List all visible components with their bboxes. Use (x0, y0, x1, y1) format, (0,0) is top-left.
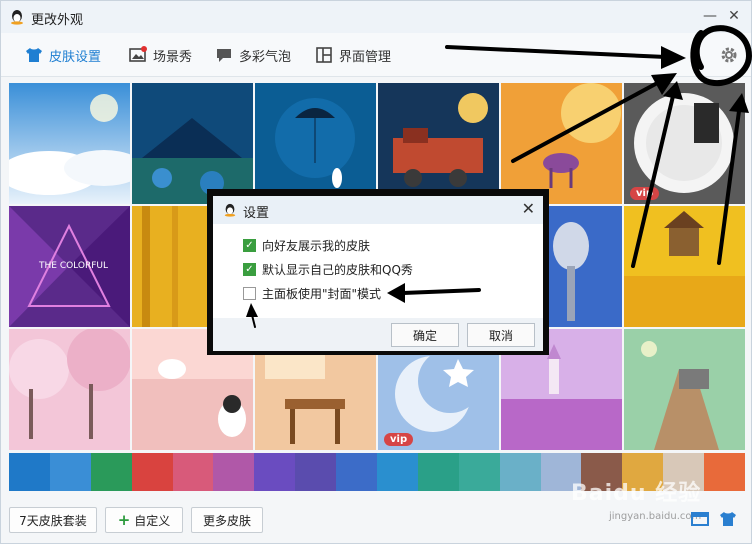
dialog-title: 设置 (243, 206, 270, 221)
more-skins-button[interactable]: 更多皮肤 (191, 507, 263, 533)
color-swatch[interactable] (131, 453, 173, 491)
skin-tile-cherry-blossom[interactable] (9, 329, 130, 450)
skin-tile-colorful[interactable]: THE COLORFUL (9, 206, 130, 327)
skin-tile-deer[interactable] (501, 83, 622, 204)
color-swatch[interactable] (458, 453, 500, 491)
tab-label: 界面管理 (339, 49, 392, 65)
colorful-text: THE COLORFUL (39, 261, 108, 271)
color-swatch[interactable] (9, 453, 50, 491)
vip-badge: vip (384, 433, 414, 446)
skin-tile-blue-mountain[interactable] (132, 83, 253, 204)
window-icon[interactable] (691, 511, 709, 527)
option-show-own-skin[interactable]: ✓ 默认显示自己的皮肤和QQ秀 (243, 260, 413, 278)
tab-label: 多彩气泡 (239, 49, 292, 65)
option-cover-mode[interactable]: 主面板使用"封面"模式 (243, 284, 381, 302)
custom-skin-button[interactable]: + 自定义 (105, 507, 183, 533)
tab-interface-management[interactable]: 界面管理 (315, 43, 391, 67)
color-swatch[interactable] (172, 453, 214, 491)
dialog-close-button[interactable]: ✕ (522, 199, 535, 218)
title-bar: 更改外观 — ✕ (1, 1, 751, 33)
plus-icon: + (117, 511, 131, 529)
dialog-footer: 确定 取消 (213, 318, 543, 351)
appearance-window: 更改外观 — ✕ 皮肤设置 场景秀 多彩气泡 界面管理 vip THE COLO… (0, 0, 752, 544)
option-show-skin-to-friends[interactable]: ✓ 向好友展示我的皮肤 (243, 236, 370, 254)
settings-dialog: 设置 ✕ ✓ 向好友展示我的皮肤 ✓ 默认显示自己的皮肤和QQ秀 主面板使用"封… (213, 196, 543, 351)
shirt-icon (26, 48, 42, 62)
tab-label: 皮肤设置 (49, 49, 102, 65)
close-button[interactable]: ✕ (723, 5, 745, 27)
skin-tile-yellow-flowers[interactable] (624, 206, 745, 327)
dialog-header: 设置 ✕ (213, 196, 543, 224)
color-swatch[interactable] (704, 453, 746, 491)
checkbox-checked[interactable]: ✓ (243, 262, 256, 276)
color-swatch[interactable] (295, 453, 337, 491)
skin-tile-sky-clouds[interactable] (9, 83, 130, 204)
color-swatch[interactable] (254, 453, 296, 491)
checkbox-checked[interactable]: ✓ (243, 238, 256, 252)
shirt-icon[interactable] (719, 511, 737, 527)
minimize-button[interactable]: — (699, 5, 721, 27)
tab-bar: 皮肤设置 场景秀 多彩气泡 界面管理 (1, 33, 751, 77)
tab-colorful-bubbles[interactable]: 多彩气泡 (215, 43, 291, 67)
color-swatch[interactable] (417, 453, 459, 491)
chat-bubble-icon (217, 49, 231, 62)
option-label: 默认显示自己的皮肤和QQ秀 (262, 262, 413, 277)
window-title: 更改外观 (31, 13, 84, 28)
color-swatch[interactable] (213, 453, 255, 491)
skin-tile-railway[interactable] (624, 329, 745, 450)
qq-penguin-icon (11, 10, 23, 25)
trial-skin-set-button[interactable]: 7天皮肤套装 (9, 507, 97, 533)
skin-tile-train[interactable] (378, 83, 499, 204)
option-label: 主面板使用"封面"模式 (262, 286, 382, 301)
color-swatch[interactable] (499, 453, 541, 491)
qq-penguin-icon (224, 203, 236, 217)
tab-skin-settings[interactable]: 皮肤设置 (25, 43, 101, 67)
checkbox-unchecked[interactable] (243, 286, 256, 300)
vip-badge: vip (630, 187, 660, 200)
tab-label: 场景秀 (153, 49, 193, 65)
gear-icon[interactable] (719, 45, 739, 65)
bottom-bar: 7天皮肤套装 + 自定义 更多皮肤 (1, 501, 751, 543)
skin-tile-umbrella-rabbit[interactable] (255, 83, 376, 204)
custom-skin-label: 自定义 (134, 513, 171, 528)
color-swatch[interactable] (336, 453, 378, 491)
color-swatch[interactable] (90, 453, 132, 491)
ok-button[interactable]: 确定 (391, 323, 459, 347)
color-swatch[interactable] (377, 453, 418, 491)
image-icon (129, 46, 147, 62)
cancel-button[interactable]: 取消 (467, 323, 535, 347)
option-label: 向好友展示我的皮肤 (262, 238, 371, 253)
skin-tile-plate[interactable]: vip (624, 83, 745, 204)
layout-icon (316, 47, 332, 63)
color-swatch[interactable] (49, 453, 91, 491)
tab-scene-show[interactable]: 场景秀 (129, 43, 192, 67)
